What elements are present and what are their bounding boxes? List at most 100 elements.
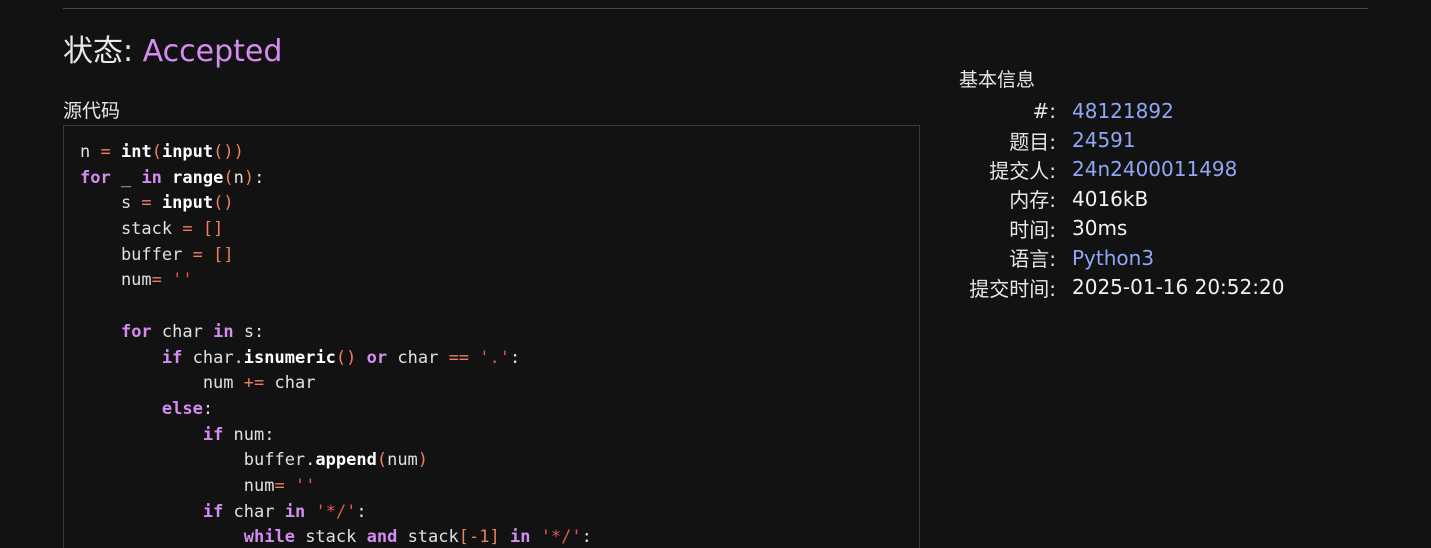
code-token: +=: [243, 373, 265, 394]
code-token: and: [366, 527, 398, 548]
code-token: (): [213, 193, 234, 214]
code-token: for: [80, 167, 111, 188]
source-code-label: 源代码: [63, 100, 121, 122]
memory-value: 4016kB: [1072, 186, 1149, 211]
code-token: =: [141, 193, 152, 214]
code-token: in: [213, 321, 234, 342]
submission-id-link[interactable]: 48121892: [1072, 99, 1174, 123]
code-token: char: [264, 373, 316, 394]
code-token: num: [387, 450, 418, 471]
code-token: (): [335, 347, 357, 368]
code-token: ): [243, 167, 255, 188]
code-token: []: [202, 219, 224, 240]
code-token: '': [294, 475, 316, 496]
code-token: if: [202, 501, 224, 522]
code-token: num: [80, 475, 275, 496]
code-token: char.: [182, 347, 244, 368]
source-code-panel[interactable]: n = int(input()) for _ in range(n): s = i…: [63, 125, 920, 548]
code-token: =: [274, 475, 285, 496]
code-line: s = input(): [80, 191, 592, 217]
code-line: num += char: [80, 371, 592, 397]
code-token: n: [80, 142, 101, 162]
info-row-problem: 题目: 24591: [958, 125, 1378, 154]
info-row-id: #: 48121892: [958, 96, 1378, 125]
language-link[interactable]: Python3: [1072, 246, 1154, 270]
code-token: num:: [223, 424, 275, 445]
code-token: ()): [213, 142, 244, 162]
info-key: 内存:: [1009, 188, 1056, 213]
code-line: num= '': [80, 474, 592, 500]
code-line: stack = []: [80, 217, 592, 243]
info-key: #:: [1032, 98, 1057, 123]
code-token: if: [202, 424, 224, 445]
code-token: if: [161, 347, 183, 368]
code-token: int: [120, 142, 152, 162]
problem-link[interactable]: 24591: [1072, 128, 1136, 152]
code-line: for _ in range(n):: [80, 166, 592, 192]
code-token: append: [315, 450, 377, 471]
code-token: s: [80, 193, 142, 214]
info-row-language: 语言: Python3: [958, 243, 1378, 272]
code-token: char: [223, 501, 285, 522]
code-token: or: [366, 347, 388, 368]
code-token: in: [509, 527, 531, 548]
code-line: if char in '*/':: [80, 500, 592, 526]
code-token: num: [80, 373, 244, 394]
code-token: isnumeric: [243, 347, 336, 368]
code-line: for char in s:: [80, 320, 592, 346]
code-token: '*/': [540, 527, 582, 548]
code-line: if char.isnumeric() or char == '.':: [80, 346, 592, 372]
code-token: :: [581, 527, 592, 548]
code-token: =: [100, 142, 111, 162]
info-row-time: 时间: 30ms: [958, 214, 1378, 243]
code-token: :: [254, 167, 265, 188]
info-key: 提交人:: [989, 158, 1056, 183]
status-label: 状态:: [63, 34, 143, 69]
code-token: (: [376, 450, 388, 471]
code-token: (: [151, 142, 162, 162]
code-token: char: [151, 321, 214, 342]
code-token: =: [151, 270, 162, 291]
info-row-submit-time: 提交时间: 2025-01-16 20:52:20: [958, 272, 1378, 301]
basic-info-panel: 基本信息 #: 48121892 题目: 24591 提交人: 24n24000…: [958, 66, 1378, 302]
code-line: n = int(input()): [80, 140, 592, 166]
code-token: else: [161, 398, 203, 419]
code-token: num: [80, 270, 152, 291]
code-token: range: [172, 167, 224, 188]
code-token: []: [213, 244, 234, 265]
code-token: _: [110, 167, 142, 188]
source-code: n = int(input()) for _ in range(n): s = i…: [80, 140, 592, 548]
code-token: input: [161, 142, 214, 162]
code-token: char: [387, 347, 449, 368]
code-token: ): [417, 450, 429, 471]
code-token: [-1]: [458, 527, 500, 548]
code-line: buffer.append(num): [80, 448, 592, 474]
code-line: buffer = []: [80, 243, 592, 269]
status-heading: 状态: Accepted: [63, 30, 282, 74]
info-row-memory: 内存: 4016kB: [958, 184, 1378, 213]
code-token: while: [243, 527, 295, 548]
submit-time-value: 2025-01-16 20:52:20: [1072, 275, 1285, 300]
submitter-link[interactable]: 24n2400011498: [1072, 157, 1237, 181]
code-token: n: [233, 167, 244, 188]
code-token: =: [182, 219, 193, 240]
code-token: :: [510, 347, 521, 368]
time-value: 30ms: [1072, 216, 1128, 241]
code-token: '.': [479, 347, 511, 368]
code-line: else:: [80, 397, 592, 423]
code-token: '*/': [315, 501, 357, 522]
code-token: stack: [80, 219, 183, 240]
info-key: 时间:: [1009, 217, 1056, 242]
